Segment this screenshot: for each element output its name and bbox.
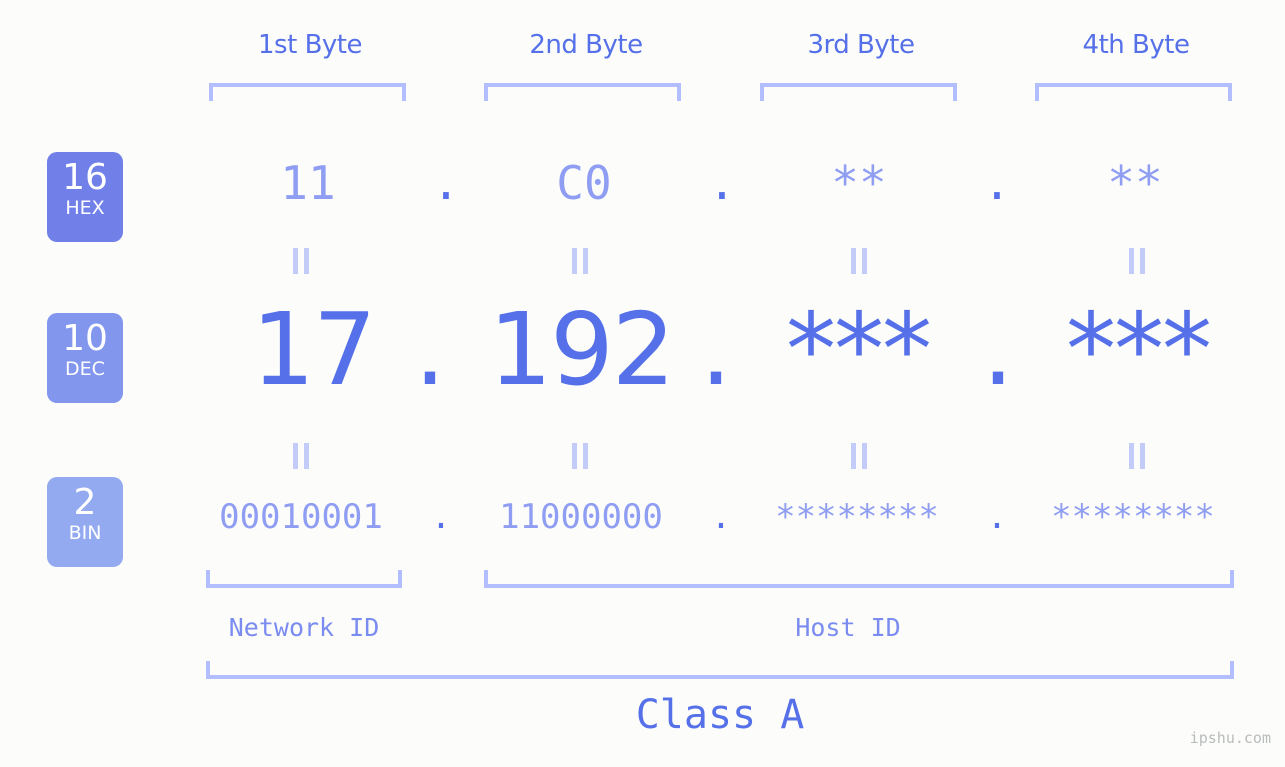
dec-separator-2: . [700,291,732,408]
byte-bracket-2 [484,83,681,101]
equals-mark-hex-dec-2 [571,248,589,274]
base-badge-bin-number: 2 [73,482,97,523]
base-badge-bin: 2 BIN [47,477,123,567]
byte-header-4: 4th Byte [1082,30,1190,60]
hex-byte-3: ** [831,156,887,210]
dec-separator-3: . [982,291,1014,408]
hex-separator-3: . [983,156,1011,210]
equals-mark-hex-dec-1 [292,248,310,274]
ip-address-diagram: 1st Byte 2nd Byte 3rd Byte 4th Byte 16 H… [0,0,1285,767]
base-badge-dec-number: 10 [62,318,108,359]
dec-byte-4: *** [1066,291,1212,408]
equals-mark-hex-dec-4 [1128,248,1146,274]
network-id-label: Network ID [228,613,380,642]
dec-byte-2: 192 [488,291,676,408]
byte-header-1: 1st Byte [258,30,362,60]
equals-mark-dec-bin-3 [850,443,868,469]
bin-byte-1: 00010001 [219,497,383,537]
dec-byte-1: 17 [251,291,376,408]
host-id-bracket [484,570,1234,588]
equals-mark-dec-bin-1 [292,443,310,469]
hex-byte-4: ** [1107,156,1163,210]
class-label: Class A [635,692,805,738]
host-id-label: Host ID [795,613,901,642]
base-badge-dec: 10 DEC [47,313,123,403]
base-badge-bin-name: BIN [68,522,102,544]
dec-separator-1: . [414,291,446,408]
bin-separator-3: . [986,497,1008,537]
byte-bracket-3 [760,83,957,101]
dec-byte-3: *** [786,291,932,408]
watermark: ipshu.com [1189,729,1271,747]
equals-mark-hex-dec-3 [850,248,868,274]
base-badge-hex: 16 HEX [47,152,123,242]
hex-byte-2: C0 [556,156,612,210]
bin-byte-4: ******** [1051,497,1215,537]
class-bracket [206,661,1234,679]
bin-byte-2: 11000000 [499,497,663,537]
bin-byte-3: ******** [775,497,939,537]
network-id-bracket [206,570,402,588]
byte-bracket-1 [209,83,406,101]
equals-mark-dec-bin-4 [1128,443,1146,469]
base-badge-dec-name: DEC [65,358,105,380]
hex-separator-2: . [708,156,736,210]
hex-byte-1: 11 [280,156,336,210]
hex-separator-1: . [432,156,460,210]
byte-header-2: 2nd Byte [529,30,643,60]
bin-separator-1: . [430,497,452,537]
byte-header-3: 3rd Byte [807,30,915,60]
equals-mark-dec-bin-2 [571,443,589,469]
base-badge-hex-name: HEX [65,197,105,219]
byte-bracket-4 [1035,83,1232,101]
base-badge-hex-number: 16 [62,157,108,198]
bin-separator-2: . [710,497,732,537]
